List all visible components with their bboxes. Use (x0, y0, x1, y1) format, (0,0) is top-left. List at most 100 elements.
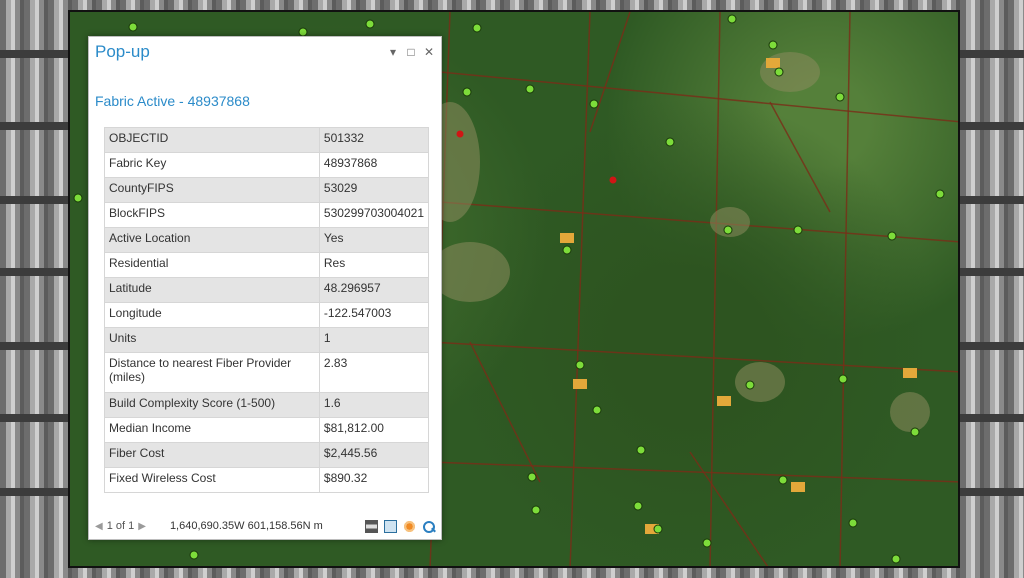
flash-icon[interactable] (403, 519, 416, 533)
house-roof (791, 482, 805, 492)
house-roof (717, 396, 731, 406)
attribute-name: Longitude (104, 302, 320, 328)
active-location-point[interactable] (793, 225, 803, 235)
house-roof (573, 379, 587, 389)
attribute-row: Median Income $81,812.00 (104, 417, 430, 443)
inactive-location-point[interactable] (456, 130, 464, 138)
popup-titlebar[interactable]: Pop-up ▾ □ ✕ (89, 37, 441, 67)
active-location-point[interactable] (128, 22, 138, 32)
active-location-point[interactable] (887, 231, 897, 241)
coordinate-readout: 1,640,690.35W 601,158.56N m (169, 520, 323, 532)
active-location-point[interactable] (525, 84, 535, 94)
house-rooftops (420, 52, 930, 534)
active-location-point[interactable] (365, 19, 375, 29)
active-location-point[interactable] (472, 23, 482, 33)
attribute-name: OBJECTID (104, 127, 320, 153)
attribute-name: Fiber Cost (104, 442, 320, 468)
attribute-row: OBJECTID 501332 (104, 127, 430, 153)
pager-label: 1 of 1 (106, 520, 135, 532)
popup-tools (365, 519, 441, 533)
active-location-point[interactable] (73, 193, 83, 203)
active-location-point[interactable] (838, 374, 848, 384)
attribute-row: BlockFIPS 530299703004021 (104, 202, 430, 228)
attribute-name: Residential (104, 252, 320, 278)
attribute-row: Longitude -122.547003 (104, 302, 430, 328)
active-location-point[interactable] (835, 92, 845, 102)
attribute-value: 53029 (318, 177, 430, 203)
popup-title: Pop-up (95, 42, 150, 61)
active-location-point[interactable] (768, 40, 778, 50)
active-location-point[interactable] (636, 445, 646, 455)
active-location-point[interactable] (531, 505, 541, 515)
active-location-point[interactable] (727, 14, 737, 24)
attribute-value: 48.296957 (318, 277, 430, 303)
zoom-to-icon[interactable] (422, 520, 435, 533)
attribute-row: Latitude 48.296957 (104, 277, 430, 303)
attribute-name: Fixed Wireless Cost (104, 467, 320, 493)
attribute-row: Fixed Wireless Cost $890.32 (104, 467, 430, 493)
attribute-row: Units 1 (104, 327, 430, 353)
attribute-row: Residential Res (104, 252, 430, 278)
attribute-name: Units (104, 327, 320, 353)
attribute-row: Active Location Yes (104, 227, 430, 253)
pager: ◀ 1 of 1 ▶ (89, 520, 146, 532)
active-location-point[interactable] (653, 524, 663, 534)
attribute-name: Build Complexity Score (1-500) (104, 392, 320, 418)
active-location-point[interactable] (848, 518, 858, 528)
attribute-value: 501332 (318, 127, 430, 153)
attribute-value: $890.32 (318, 467, 430, 493)
close-icon[interactable]: ✕ (423, 45, 435, 59)
attribute-name: Fabric Key (104, 152, 320, 178)
active-location-point[interactable] (592, 405, 602, 415)
active-location-point[interactable] (462, 87, 472, 97)
attribute-row: Fiber Cost $2,445.56 (104, 442, 430, 468)
feature-title: Fabric Active - 48937868 (95, 93, 250, 109)
maximize-icon[interactable]: □ (405, 45, 417, 59)
active-location-point[interactable] (562, 245, 572, 255)
next-arrow-icon[interactable]: ▶ (138, 521, 146, 532)
attribute-row: Build Complexity Score (1-500) 1.6 (104, 392, 430, 418)
active-location-point[interactable] (774, 67, 784, 77)
house-roof (560, 233, 574, 243)
active-location-point[interactable] (589, 99, 599, 109)
active-location-point[interactable] (745, 380, 755, 390)
attribute-name: Active Location (104, 227, 320, 253)
active-location-point[interactable] (189, 550, 199, 560)
previous-arrow-icon[interactable]: ◀ (95, 521, 103, 532)
attribute-value: -122.547003 (318, 302, 430, 328)
export-icon[interactable] (384, 519, 397, 533)
attribute-row: CountyFIPS 53029 (104, 177, 430, 203)
inactive-location-point[interactable] (609, 176, 617, 184)
active-location-point[interactable] (527, 472, 537, 482)
active-location-point[interactable] (702, 538, 712, 548)
active-location-point[interactable] (575, 360, 585, 370)
attribute-value: 530299703004021 (318, 202, 430, 228)
parcel-line (469, 341, 541, 483)
house-roof (903, 368, 917, 378)
active-location-point[interactable] (665, 137, 675, 147)
parcel-line (429, 461, 958, 483)
active-location-point[interactable] (935, 189, 945, 199)
popup-footer: ◀ 1 of 1 ▶ 1,640,690.35W 601,158.56N m (89, 513, 441, 539)
active-location-point[interactable] (298, 27, 308, 37)
active-location-point[interactable] (891, 554, 901, 564)
active-location-point[interactable] (723, 225, 733, 235)
parcel-line (439, 201, 958, 243)
active-location-point[interactable] (633, 501, 643, 511)
house-roof (766, 58, 780, 68)
attribute-name: Median Income (104, 417, 320, 443)
pin-icon[interactable]: ▾ (387, 45, 399, 59)
active-location-point[interactable] (778, 475, 788, 485)
active-location-point[interactable] (910, 427, 920, 437)
attribute-name: Distance to nearest Fiber Provider (mile… (104, 352, 320, 393)
popup-window[interactable]: Pop-up ▾ □ ✕ Fabric Active - 48937868 OB… (88, 36, 442, 540)
window-buttons: ▾ □ ✕ (387, 45, 435, 59)
print-icon[interactable] (365, 519, 378, 533)
parcel-line (589, 12, 631, 133)
parcel-lines (429, 12, 958, 566)
ground-clearing (430, 242, 510, 302)
attribute-value: Yes (318, 227, 430, 253)
attribute-name: CountyFIPS (104, 177, 320, 203)
attribute-value: 1.6 (318, 392, 430, 418)
attribute-row: Fabric Key 48937868 (104, 152, 430, 178)
